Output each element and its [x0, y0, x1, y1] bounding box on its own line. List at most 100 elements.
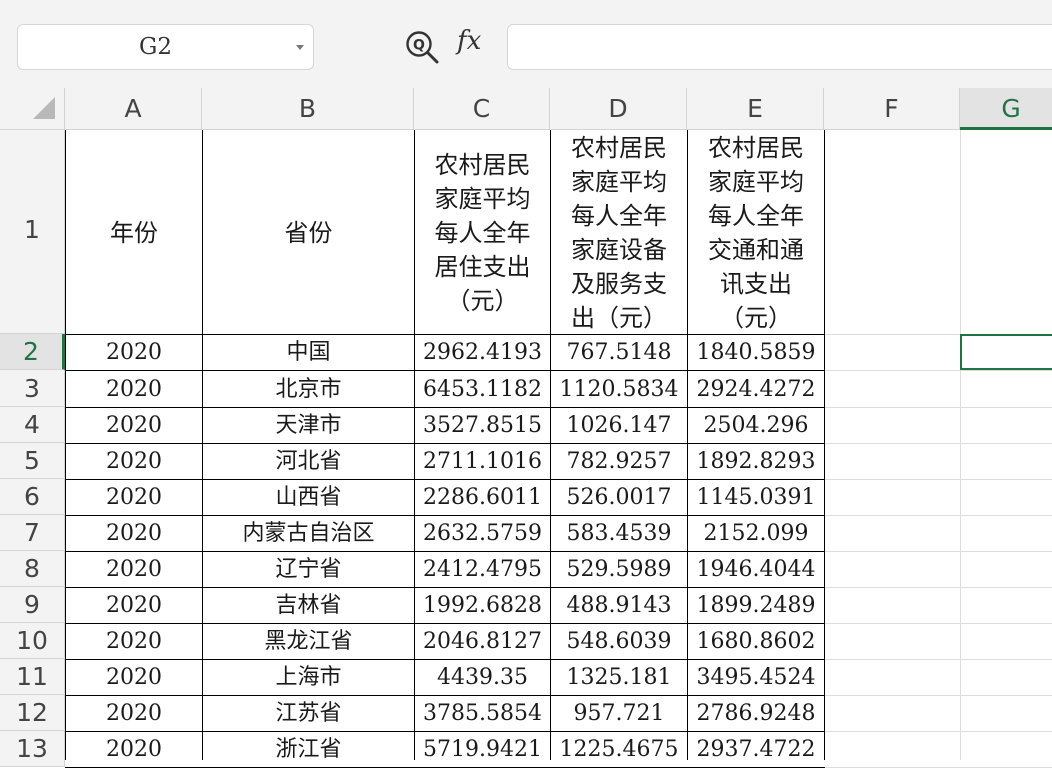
cell-c3[interactable]: 6453.1182 — [415, 371, 550, 407]
row-header-5[interactable]: 5 — [0, 443, 65, 479]
cell-b1[interactable]: 省份 — [203, 131, 414, 334]
row-header-7[interactable]: 7 — [0, 515, 65, 551]
cell-d5[interactable]: 782.9257 — [551, 444, 687, 479]
cell-d10[interactable]: 548.6039 — [551, 624, 687, 659]
cell-b8[interactable]: 辽宁省 — [203, 552, 414, 587]
cell-b9[interactable]: 吉林省 — [203, 588, 414, 623]
cell-c4[interactable]: 3527.8515 — [415, 408, 550, 443]
gridline — [824, 551, 1052, 552]
cell-c11[interactable]: 4439.35 — [415, 660, 550, 695]
name-box[interactable]: G2 — [17, 24, 314, 70]
cell-a10[interactable]: 2020 — [66, 624, 202, 659]
cell-a2[interactable]: 2020 — [66, 335, 202, 370]
row-header-4[interactable]: 4 — [0, 407, 65, 443]
cell-c8[interactable]: 2412.4795 — [415, 552, 550, 587]
cell-a1[interactable]: 年份 — [66, 131, 202, 334]
cell-d2[interactable]: 767.5148 — [551, 335, 687, 370]
cell-a13[interactable]: 2020 — [66, 732, 202, 767]
cell-b11[interactable]: 上海市 — [203, 660, 414, 695]
column-header-e[interactable]: E — [687, 88, 824, 130]
cell-a5[interactable]: 2020 — [66, 444, 202, 479]
svg-text:Q: Q — [413, 38, 425, 54]
name-box-value: G2 — [138, 34, 172, 60]
row-header-6[interactable]: 6 — [0, 479, 65, 515]
cell-b3[interactable]: 北京市 — [203, 371, 414, 407]
cell-e11[interactable]: 3495.4524 — [688, 660, 824, 695]
cell-b12[interactable]: 江苏省 — [203, 696, 414, 731]
cell-e5[interactable]: 1892.8293 — [688, 444, 824, 479]
cell-c7[interactable]: 2632.5759 — [415, 516, 550, 551]
row-header-9[interactable]: 9 — [0, 587, 65, 623]
cell-e10[interactable]: 1680.8602 — [688, 624, 824, 659]
column-header-d[interactable]: D — [550, 88, 687, 130]
cell-d8[interactable]: 529.5989 — [551, 552, 687, 587]
find-zoom-icon[interactable]: Q — [404, 29, 440, 65]
cell-c5[interactable]: 2711.1016 — [415, 444, 550, 479]
cell-b6[interactable]: 山西省 — [203, 480, 414, 515]
gridline — [824, 479, 1052, 480]
cell-a4[interactable]: 2020 — [66, 408, 202, 443]
column-header-a[interactable]: A — [65, 88, 202, 130]
cell-e13[interactable]: 2937.4722 — [688, 732, 824, 767]
cell-c10[interactable]: 2046.8127 — [415, 624, 550, 659]
active-cell-g2[interactable] — [960, 334, 1052, 370]
row-header-2[interactable]: 2 — [0, 334, 65, 370]
cell-a11[interactable]: 2020 — [66, 660, 202, 695]
cell-a12[interactable]: 2020 — [66, 696, 202, 731]
row-header-10[interactable]: 10 — [0, 623, 65, 659]
row-header-13[interactable]: 13 — [0, 731, 65, 767]
cell-a3[interactable]: 2020 — [66, 371, 202, 407]
cell-e1[interactable]: 农村居民 家庭平均 每人全年 交通和通 讯支出 （元） — [688, 131, 824, 334]
gridline — [824, 731, 1052, 732]
cell-c12[interactable]: 3785.5854 — [415, 696, 550, 731]
cell-d4[interactable]: 1026.147 — [551, 408, 687, 443]
cell-d13[interactable]: 1225.4675 — [551, 732, 687, 767]
cell-b7[interactable]: 内蒙古自治区 — [203, 516, 414, 551]
cell-a9[interactable]: 2020 — [66, 588, 202, 623]
row-header-3[interactable]: 3 — [0, 370, 65, 407]
chevron-down-icon[interactable] — [296, 45, 304, 50]
column-header-c[interactable]: C — [414, 88, 550, 130]
cell-b10[interactable]: 黑龙江省 — [203, 624, 414, 659]
cell-d6[interactable]: 526.0017 — [551, 480, 687, 515]
column-header-f[interactable]: F — [824, 88, 960, 130]
column-header-g[interactable]: G — [960, 88, 1052, 130]
cell-c1[interactable]: 农村居民 家庭平均 每人全年 居住支出 （元） — [415, 131, 550, 334]
cell-d7[interactable]: 583.4539 — [551, 516, 687, 551]
cell-c13[interactable]: 5719.9421 — [415, 732, 550, 767]
cell-a7[interactable]: 2020 — [66, 516, 202, 551]
column-header-b[interactable]: B — [202, 88, 414, 130]
cell-a8[interactable]: 2020 — [66, 552, 202, 587]
cell-c9[interactable]: 1992.6828 — [415, 588, 550, 623]
gridline — [824, 623, 1052, 624]
cell-c2[interactable]: 2962.4193 — [415, 335, 550, 370]
cell-b2[interactable]: 中国 — [203, 335, 414, 370]
row-header-8[interactable]: 8 — [0, 551, 65, 587]
table-border — [824, 130, 825, 760]
cell-d11[interactable]: 1325.181 — [551, 660, 687, 695]
cell-d12[interactable]: 957.721 — [551, 696, 687, 731]
cell-e2[interactable]: 1840.5859 — [688, 335, 824, 370]
cell-b4[interactable]: 天津市 — [203, 408, 414, 443]
cell-b13[interactable]: 浙江省 — [203, 732, 414, 767]
cell-e8[interactable]: 1946.4044 — [688, 552, 824, 587]
cell-e3[interactable]: 2924.4272 — [688, 371, 824, 407]
row-header-11[interactable]: 11 — [0, 659, 65, 695]
cell-b5[interactable]: 河北省 — [203, 444, 414, 479]
formula-input[interactable] — [507, 24, 1052, 70]
cell-e12[interactable]: 2786.9248 — [688, 696, 824, 731]
cell-a6[interactable]: 2020 — [66, 480, 202, 515]
cell-d1[interactable]: 农村居民 家庭平均 每人全年 家庭设备 及服务支 出（元） — [551, 131, 687, 334]
row-header-1[interactable]: 1 — [0, 130, 65, 334]
cell-c6[interactable]: 2286.6011 — [415, 480, 550, 515]
cell-e4[interactable]: 2504.296 — [688, 408, 824, 443]
cell-e7[interactable]: 2152.099 — [688, 516, 824, 551]
gridline — [824, 515, 1052, 516]
cell-e6[interactable]: 1145.0391 — [688, 480, 824, 515]
cell-d9[interactable]: 488.9143 — [551, 588, 687, 623]
gridline — [960, 130, 961, 760]
cell-d3[interactable]: 1120.5834 — [551, 371, 687, 407]
row-header-12[interactable]: 12 — [0, 695, 65, 731]
fx-icon[interactable]: fx — [457, 26, 481, 56]
cell-e9[interactable]: 1899.2489 — [688, 588, 824, 623]
